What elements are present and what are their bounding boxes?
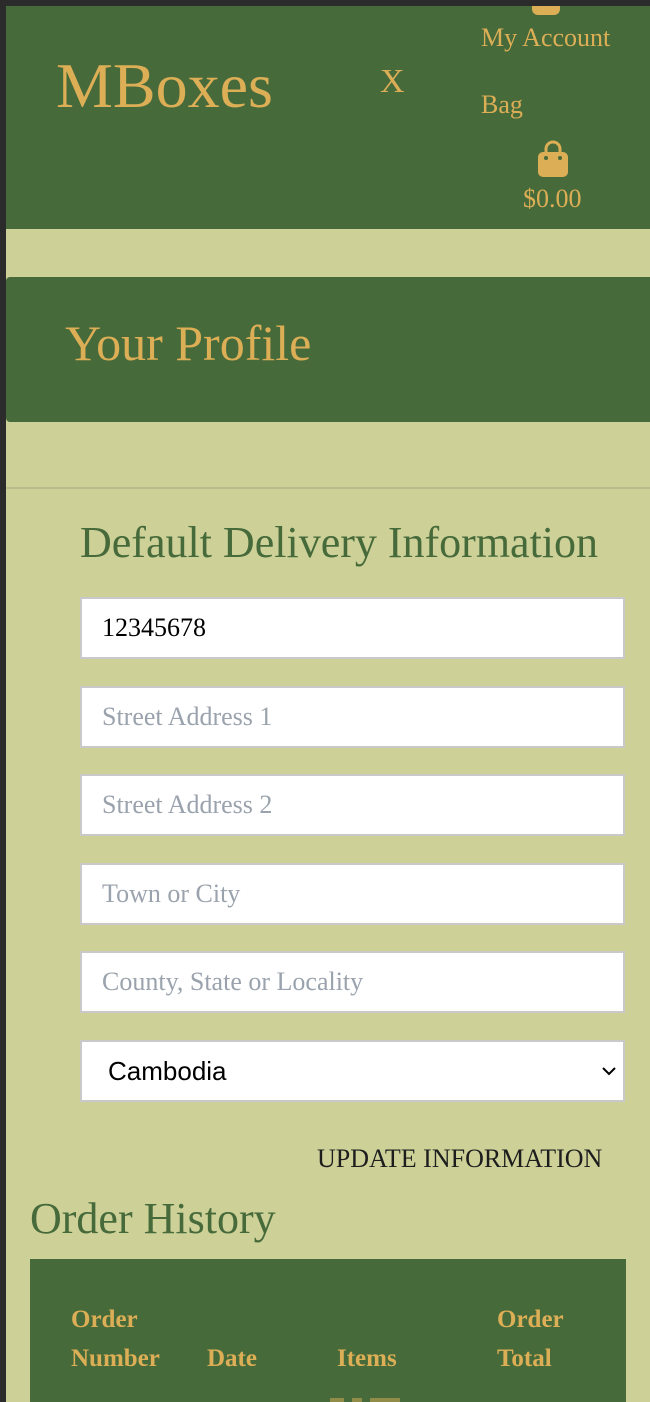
phone-number-field[interactable] bbox=[80, 597, 625, 659]
street-address-1-field[interactable] bbox=[80, 686, 625, 748]
table-row-cutoff bbox=[330, 1398, 400, 1402]
close-menu-button[interactable]: X bbox=[380, 62, 405, 102]
town-or-city-field[interactable] bbox=[80, 863, 625, 925]
column-header-order-number: Order Number bbox=[71, 1306, 160, 1372]
site-header: MBoxes X My Account Bag $0.00 bbox=[6, 6, 650, 229]
delivery-info-heading: Default Delivery Information bbox=[80, 518, 599, 567]
country-select-value: Cambodia bbox=[108, 1056, 227, 1086]
section-divider bbox=[6, 487, 650, 489]
account-icon bbox=[532, 6, 560, 15]
column-header-items: Items bbox=[337, 1345, 397, 1372]
order-history-table: Order Number Date Items Order Total bbox=[30, 1259, 626, 1402]
column-header-date: Date bbox=[207, 1345, 257, 1372]
my-account-link[interactable]: My Account bbox=[481, 21, 610, 55]
update-information-button[interactable]: UPDATE INFORMATION bbox=[317, 1142, 602, 1176]
street-address-2-field[interactable] bbox=[80, 774, 625, 836]
order-history-heading: Order History bbox=[30, 1194, 276, 1243]
shopping-bag-icon[interactable] bbox=[537, 140, 569, 178]
county-field[interactable] bbox=[80, 951, 625, 1013]
country-select[interactable]: Cambodia bbox=[80, 1040, 625, 1102]
column-header-order-total: Order Total bbox=[497, 1306, 564, 1372]
chevron-down-icon bbox=[602, 1067, 616, 1076]
brand-logo-link[interactable]: MBoxes bbox=[56, 46, 273, 126]
profile-banner: Your Profile bbox=[6, 277, 650, 422]
bag-total[interactable]: $0.00 bbox=[523, 182, 582, 216]
page-title: Your Profile bbox=[65, 315, 312, 371]
bag-link[interactable]: Bag bbox=[481, 88, 523, 122]
